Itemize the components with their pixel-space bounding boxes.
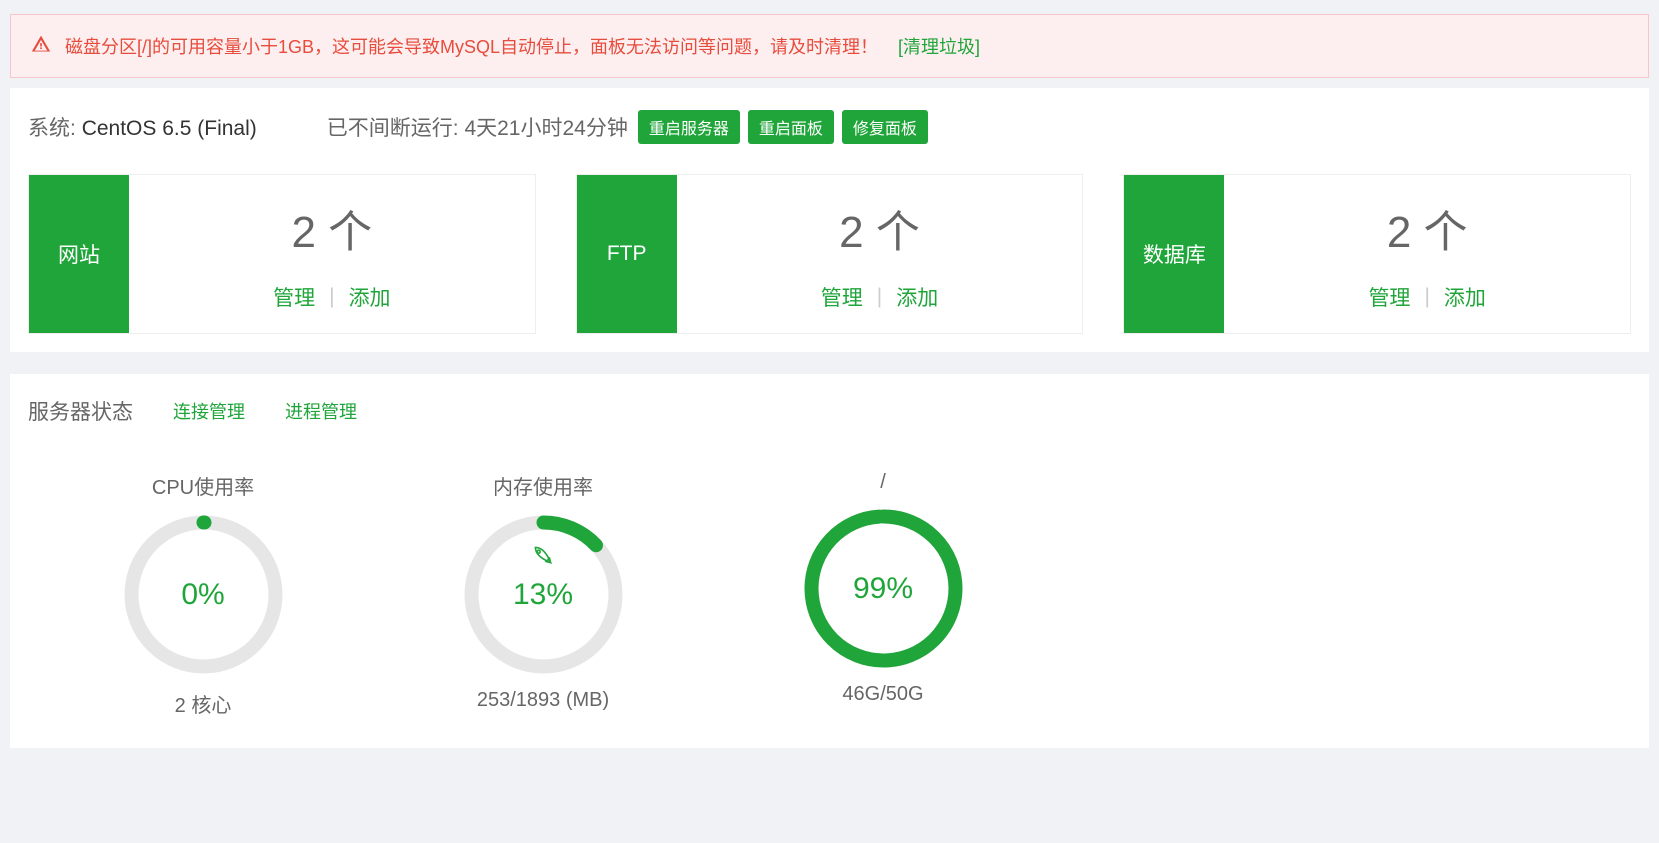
card-count: 2 个 [291, 196, 372, 260]
disk-warning-alert: 磁盘分区[/]的可用容量小于1GB，这可能会导致MySQL自动停止，面板无法访问… [10, 14, 1649, 78]
status-title: 服务器状态 [28, 396, 133, 426]
manage-link[interactable]: 管理 [273, 282, 315, 312]
gauge-sub: 253/1893 (MB) [477, 689, 609, 712]
add-link[interactable]: 添加 [349, 282, 391, 312]
stat-card: 网站 2 个 管理 | 添加 [28, 174, 536, 334]
stat-card: FTP 2 个 管理 | 添加 [576, 174, 1084, 334]
usage-gauge: / 99% 46G/50G [748, 471, 1018, 718]
gauge-sub: 46G/50G [842, 683, 923, 706]
gauge-title: 内存使用率 [493, 471, 593, 500]
separator: | [1424, 285, 1429, 309]
separator: | [877, 285, 882, 309]
card-side-label[interactable]: 网站 [29, 175, 129, 333]
card-side-label[interactable]: FTP [577, 175, 677, 333]
system-info-panel: 系统: CentOS 6.5 (Final) 已不间断运行: 4天21小时24分… [10, 88, 1649, 352]
alert-message: 磁盘分区[/]的可用容量小于1GB，这可能会导致MySQL自动停止，面板无法访问… [65, 33, 878, 59]
uptime-block: 已不间断运行: 4天21小时24分钟 重启服务器 重启面板 修复面板 [327, 110, 928, 144]
restart-panel-button[interactable]: 重启面板 [748, 110, 834, 144]
gauge-value: 0% [121, 512, 286, 677]
usage-gauge: CPU使用率 0% 2 核心 [68, 471, 338, 718]
connection-manage-link[interactable]: 连接管理 [173, 398, 245, 424]
gauge-title: / [880, 471, 886, 494]
process-manage-link[interactable]: 进程管理 [285, 398, 357, 424]
gauge-title: CPU使用率 [152, 471, 254, 500]
card-count: 2 个 [1387, 196, 1468, 260]
gauge-sub: 2 核心 [175, 689, 232, 718]
warning-icon [31, 34, 51, 58]
add-link[interactable]: 添加 [896, 282, 938, 312]
separator: | [329, 285, 334, 309]
manage-link[interactable]: 管理 [821, 282, 863, 312]
manage-link[interactable]: 管理 [1368, 282, 1410, 312]
usage-gauge: 内存使用率 13% 253/1893 (MB) [408, 471, 678, 718]
gauge-value: 99% [801, 506, 966, 671]
card-side-label[interactable]: 数据库 [1124, 175, 1224, 333]
gauge-circle[interactable]: 99% [801, 506, 966, 671]
uptime-value: 4天21小时24分钟 [464, 117, 627, 140]
gauge-circle[interactable]: 0% [121, 512, 286, 677]
gauge-value: 13% [461, 512, 626, 677]
card-count: 2 个 [839, 196, 920, 260]
add-link[interactable]: 添加 [1444, 282, 1486, 312]
system-value: CentOS 6.5 (Final) [82, 117, 257, 140]
restart-server-button[interactable]: 重启服务器 [638, 110, 740, 144]
gauge-circle[interactable]: 13% [461, 512, 626, 677]
system-label: 系统: CentOS 6.5 (Final) [28, 112, 257, 142]
repair-panel-button[interactable]: 修复面板 [842, 110, 928, 144]
stat-card: 数据库 2 个 管理 | 添加 [1123, 174, 1631, 334]
clean-trash-link[interactable]: [清理垃圾] [898, 33, 980, 59]
server-status-panel: 服务器状态 连接管理 进程管理 CPU使用率 0% 2 核心 内存使用率 13%… [10, 374, 1649, 748]
